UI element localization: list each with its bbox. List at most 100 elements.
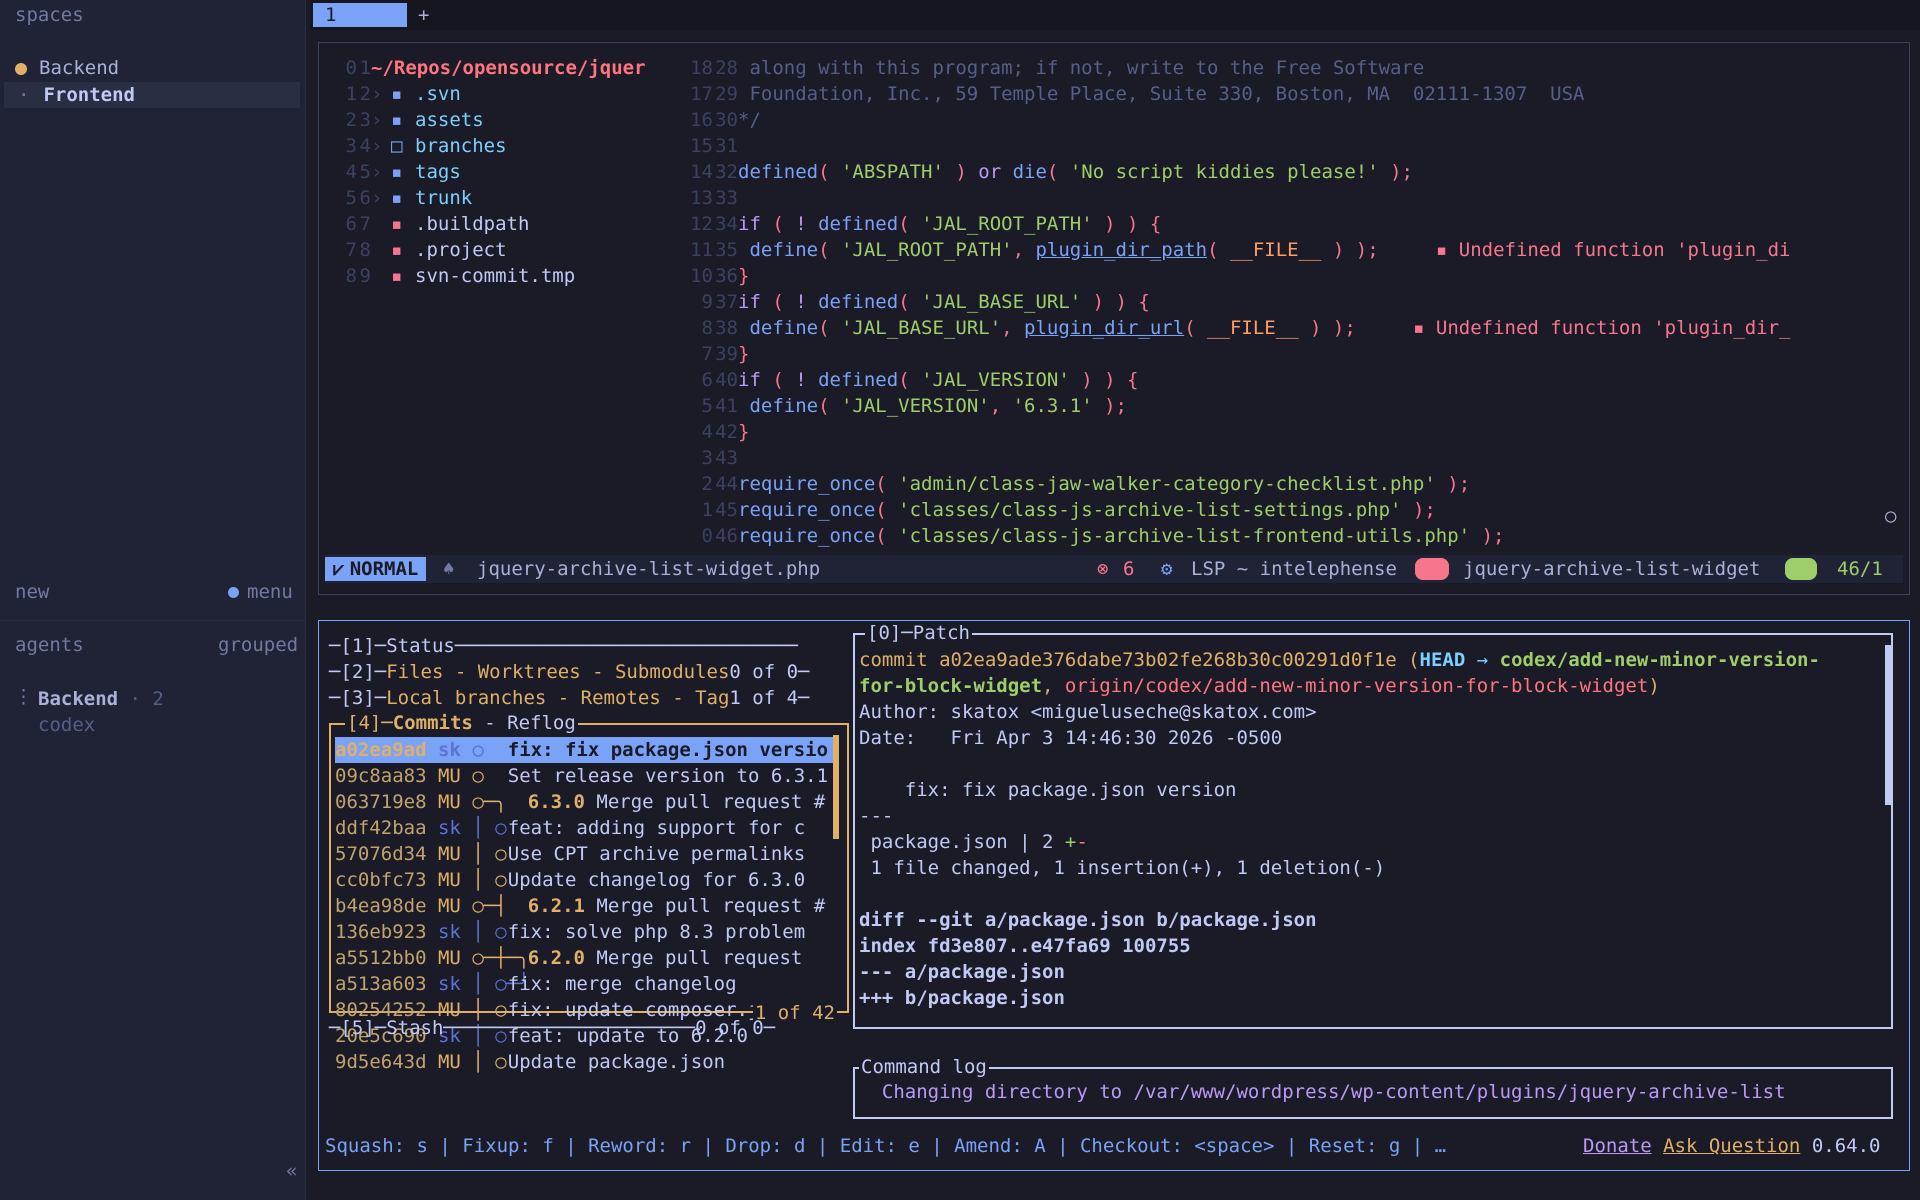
commit-message: Merge pull request (596, 947, 803, 969)
code-fn: defined (818, 369, 899, 391)
code-line: 9 37if ( ! defined( 'JAL_BASE_URL' ) ) { (679, 289, 1150, 315)
commit-row[interactable]: a513a603 sk │ ○─╯ fix: merge changelog (335, 971, 737, 997)
status-panel-header[interactable]: ─[1]─Status─────────────────────────────… (329, 633, 798, 659)
commits-tab[interactable]: Commits (393, 712, 473, 734)
diff-index: index fd3e807..e47fa69 100755 (859, 935, 1191, 957)
code-fn: define (749, 395, 819, 417)
code-fn: require_once (738, 499, 876, 521)
chevron-right-icon: › (371, 109, 383, 131)
commits-panel[interactable]: [4]─Commits - Reflog a02ea9ad sk ○ fix: … (329, 712, 849, 1073)
tree-item-name: assets (415, 109, 484, 131)
command-log-text: Changing directory to /var/www/wordpress… (859, 1081, 1786, 1103)
commit-row[interactable]: 09c8aa83 MU ○ Set release version to 6.3… (335, 763, 828, 789)
agent-item-backend[interactable]: Backend · 2 (38, 688, 164, 710)
code-punct: ! (795, 369, 819, 391)
branches-panel-header[interactable]: ─[3]─Local branches - Remotes - Tag1 of … (329, 685, 809, 711)
code-punct: , (1001, 317, 1025, 339)
commit-row[interactable]: ddf42baa sk │ ○ feat: adding support for… (335, 815, 805, 841)
new-tab-button[interactable]: + (418, 3, 429, 27)
code-abs-number: 32 (715, 161, 738, 183)
tree-row[interactable]: 67 ▪ .buildpath (329, 211, 530, 237)
tree-abs-number: 9 (359, 265, 371, 287)
tree-row[interactable]: 5 6› ▪ trunk (329, 185, 473, 211)
origin-ref: origin/codex/add-new-minor-version-for-b… (1064, 675, 1649, 697)
collapse-sidebar-button[interactable]: « (286, 1160, 297, 1182)
code-fn: require_once (738, 525, 876, 547)
code-punct: ( (898, 291, 922, 313)
commits-scrollbar[interactable] (833, 735, 839, 839)
tree-rel-number: 5 (334, 187, 357, 209)
files-panel-header[interactable]: ─[2]─Files - Worktrees - Submodules0 of … (329, 659, 809, 685)
tree-row[interactable]: 78 ▪ .project (329, 237, 507, 263)
code-punct: ) ) { (1069, 369, 1139, 391)
tree-row[interactable]: 4 5› ▪ tags (329, 159, 461, 185)
code-punct: } (738, 343, 750, 365)
commit-message: Use CPT archive permalinks (507, 843, 806, 865)
tree-row[interactable]: 0 1~/Repos/opensource/jquer (329, 55, 646, 81)
commit-row[interactable]: 57076d34 MU │ ○ Use CPT archive permalin… (335, 841, 805, 867)
code-comment: */ (738, 109, 761, 131)
code-punct: ( (875, 525, 899, 547)
code-line: 2 44require_once( 'admin/class-jaw-walker… (679, 471, 1471, 497)
code-punct: ! (795, 213, 819, 235)
commit-row[interactable]: 063719e8 MU ○─╮ 6.3.0 Merge pull request… (335, 789, 825, 815)
commit-row[interactable]: a02ea9ad sk ○ fix: fix package.json vers… (335, 737, 833, 763)
commit-author: sk (437, 817, 461, 839)
tree-rel-number: 3 (334, 135, 357, 157)
patch-panel[interactable]: [0]─Patch commit a02ea9ade376dabe73b02fe… (853, 622, 1893, 1029)
bullet-icon: · (18, 84, 30, 106)
code-comment: Foundation, Inc., 59 Temple Place, Suite… (738, 83, 1585, 105)
menu-button[interactable]: menu (228, 581, 293, 603)
code-rel-number: 14 (690, 161, 713, 183)
code-rel-number: 7 (701, 343, 713, 365)
tree-row[interactable]: 2 3› ▪ assets (329, 107, 484, 133)
stash-panel-header[interactable]: ─[5]─Stash──────────────────────0 of 0─ (329, 1015, 775, 1041)
code-line: 7 39} (679, 341, 750, 367)
chevron-right-icon: › (371, 161, 383, 183)
code-punct: ( (818, 161, 841, 183)
code-string: 'No script kiddies please!' (1069, 161, 1379, 183)
new-space-button[interactable]: new (15, 581, 49, 603)
code-punct: } (738, 265, 750, 287)
drag-handle-icon[interactable]: ⋮ (14, 686, 33, 708)
code-abs-number: 34 (715, 213, 738, 235)
tree-row[interactable]: 3 4› □ branches (329, 133, 507, 159)
code-punct (738, 317, 749, 339)
divider (0, 620, 305, 621)
tab-bar: 1 + (310, 0, 1920, 30)
commit-row[interactable]: 136eb923 sk │ ○ fix: solve php 8.3 probl… (335, 919, 805, 945)
code-const: __FILE__ (1207, 317, 1299, 339)
code-string: 'ABSPATH' (840, 161, 944, 183)
code-abs-number: 31 (715, 135, 738, 157)
code-keyword: if (738, 213, 761, 235)
chevron-right-icon (371, 263, 391, 289)
donate-link[interactable]: Donate (1583, 1135, 1652, 1157)
files-panel-num: [2]─ (340, 661, 387, 683)
code-view[interactable]: 18 28 along with this program; if not, wr… (679, 55, 1909, 549)
commit-row[interactable]: cc0bfc73 MU │ ○ Update changelog for 6.3… (335, 867, 805, 893)
tab-1[interactable]: 1 (313, 3, 407, 27)
commit-row[interactable]: b4ea98de MU ○─┤ 6.2.1 Merge pull request… (335, 893, 825, 919)
code-abs-number: 37 (715, 291, 738, 313)
lsp-status: LSP ~ intelephense (1191, 558, 1397, 580)
space-item-frontend[interactable]: · Frontend (4, 82, 300, 108)
tree-root: ~/Repos/opensource/jquer (371, 57, 646, 79)
reflog-tab[interactable]: - Reflog (473, 712, 576, 734)
tree-row[interactable]: 1 2› ▪ .svn (329, 81, 461, 107)
tree-rel-number: 4 (334, 161, 357, 183)
code-rel-number: 0 (701, 525, 713, 547)
code-abs-number: 40 (715, 369, 738, 391)
code-punct (738, 239, 749, 261)
commit-row[interactable]: a5512bb0 MU ○─┼─╮ 6.2.0 Merge pull reque… (335, 945, 802, 971)
ask-question-link[interactable]: Ask Question (1663, 1135, 1800, 1157)
grouped-toggle[interactable]: grouped (218, 634, 298, 656)
space-item-backend[interactable]: Backend (4, 55, 300, 81)
patch-scrollbar[interactable] (1885, 645, 1891, 805)
tree-row[interactable]: 89 ▪ svn-commit.tmp (329, 263, 576, 289)
tree-rel-number: 1 (334, 83, 357, 105)
tree-item-name: branches (415, 135, 507, 157)
code-line: 15 31 (679, 133, 738, 159)
commit-row[interactable]: 9d5e643d MU │ ○ Update package.json (335, 1049, 725, 1075)
commit-author: MU (437, 843, 461, 865)
code-abs-number: 35 (715, 239, 738, 261)
